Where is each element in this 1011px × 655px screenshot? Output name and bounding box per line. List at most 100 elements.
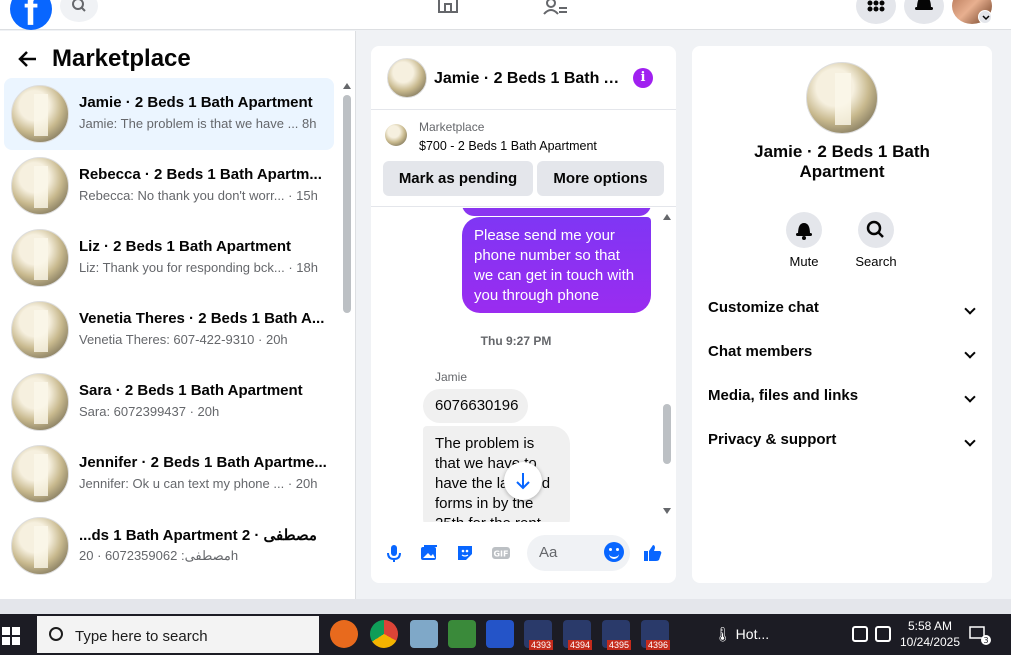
conversation-item[interactable]: Sara · 2 Beds 1 Bath Apartment Sara: 607… [4,366,334,438]
windows-taskbar: Type here to search 4393 4394 4395 4396 … [0,614,1011,655]
conversation-item[interactable]: Jennifer · 2 Beds 1 Bath Apartme... Jenn… [4,438,334,510]
scroll-up-icon[interactable] [663,214,671,220]
paint-icon[interactable] [410,620,438,648]
info-icon[interactable]: i [633,68,653,88]
search-icon [866,220,884,238]
chevron-down-icon [964,347,976,359]
back-arrow-icon[interactable] [16,47,40,71]
svg-text:3: 3 [983,636,988,645]
scroll-up-icon[interactable] [343,83,351,89]
chevron-down-icon [964,303,976,315]
conversation-list: Jamie · 2 Beds 1 Bath Apartment Jamie: T… [4,78,334,582]
chat-details-name: Jamie · 2 Beds 1 Bath Apartment [754,142,930,181]
menu-grid-icon[interactable] [856,0,896,24]
scroll-down-icon[interactable] [663,508,671,514]
listing-thumbnail [11,517,69,575]
notification-center-icon[interactable]: 3 [968,624,992,646]
previous-message-bubble [462,208,651,216]
media-files-links-section[interactable]: Media, files and links [708,387,978,417]
search-in-conversation-button[interactable]: Search [846,212,906,269]
chat-header: Jamie · 2 Beds 1 Bath Apartment i [371,46,676,110]
taskbar-search-placeholder: Type here to search [75,628,208,645]
conversation-name: Jennifer · 2 Beds 1 Bath Apartme... [79,454,327,471]
taskbar-badge: 4394 [568,640,593,650]
outgoing-message[interactable]: Please send me your phone number so that… [462,217,651,313]
conversation-list-panel: Marketplace Jamie · 2 Beds 1 Bath Apartm… [0,31,356,605]
taskbar-badge: 4395 [607,640,632,650]
windows-start-icon[interactable] [2,627,20,645]
facebook-logo-icon[interactable]: f [10,0,52,34]
conversation-preview: Rebecca: No thank you don't worr... · 15… [79,188,318,203]
chevron-down-icon[interactable] [978,10,992,24]
spreadsheet-icon[interactable] [448,620,476,648]
search-icon [49,627,63,641]
svg-text:GIF: GIF [493,550,508,559]
privacy-support-section[interactable]: Privacy & support [708,431,978,461]
mark-as-pending-button[interactable]: Mark as pending [383,161,533,196]
emoji-icon[interactable] [604,542,624,562]
more-options-button[interactable]: More options [537,161,664,196]
gif-icon[interactable]: GIF [491,543,511,563]
search-label: Search [855,254,897,269]
weather-widget[interactable]: 🌡 Hot... [714,626,769,643]
scrollbar-thumb[interactable] [663,404,671,464]
conversation-item[interactable]: Rebecca · 2 Beds 1 Bath Apartm... Rebecc… [4,150,334,222]
taskbar-clock[interactable]: 5:58 AM 10/24/2025 [895,618,965,650]
conversation-preview: Jennifer: Ok u can text my phone ... · 2… [79,476,318,491]
taskbar-badge: 4396 [646,640,671,650]
friends-icon[interactable] [542,0,567,16]
photo-icon[interactable] [419,543,439,563]
bell-icon [796,223,812,240]
chevron-down-icon [964,435,976,447]
microphone-icon[interactable] [384,543,404,563]
conversation-preview: مصطفى: 6072359062 · 20h [79,548,239,563]
scrollbar-thumb[interactable] [343,95,351,313]
thread-scrollbar[interactable] [662,212,672,516]
taskbar-search[interactable]: Type here to search [37,616,319,653]
conversation-item[interactable]: مصطفى · ds 1 Bath Apartment 2... مصطفى: … [4,510,334,582]
conversation-item[interactable]: Liz · 2 Beds 1 Bath Apartment Liz: Thank… [4,222,334,294]
listing-thumbnail [11,85,69,143]
battery-icon[interactable] [852,626,868,642]
listing-thumbnail [11,229,69,287]
conversation-scrollbar[interactable] [342,81,352,605]
message-composer: GIF Aa [371,533,676,573]
chrome-icon[interactable] [370,620,398,648]
search-icon[interactable] [60,0,98,22]
chat-details-panel: Jamie · 2 Beds 1 Bath Apartment Mute Sea… [692,46,992,583]
shield-app-icon[interactable] [486,620,514,648]
conversation-name: مصطفى · ds 1 Bath Apartment 2... [79,527,317,544]
notifications-icon[interactable] [904,0,944,24]
chat-title[interactable]: Jamie · 2 Beds 1 Bath Apartment [434,70,624,88]
conversation-name: Rebecca · 2 Beds 1 Bath Apartm... [79,166,322,183]
page-title: Marketplace [52,45,191,72]
listing-mini-thumbnail [385,124,407,146]
listing-avatar[interactable] [806,62,878,134]
sender-name: Jamie [435,370,468,384]
incoming-message[interactable]: 6076630196 [423,389,528,423]
like-icon[interactable] [643,543,663,563]
chat-avatar[interactable] [387,58,427,98]
firefox-icon[interactable] [330,620,358,648]
home-icon[interactable] [437,0,459,16]
network-icon[interactable] [875,626,891,642]
taskbar-badge: 4393 [529,640,554,650]
listing-category: Marketplace [419,120,485,134]
mute-label: Mute [789,254,819,269]
listing-title[interactable]: $700 - 2 Beds 1 Bath Apartment [419,139,597,153]
mute-button[interactable]: Mute [774,212,834,269]
conversation-preview: Jamie: The problem is that we have ... 8… [79,116,317,131]
conversation-item[interactable]: Venetia Theres · 2 Beds 1 Bath A... Vene… [4,294,334,366]
conversation-item[interactable]: Jamie · 2 Beds 1 Bath Apartment Jamie: T… [4,78,334,150]
chat-members-section[interactable]: Chat members [708,343,978,373]
conversation-preview: Venetia Theres: 607-422-9310 · 20h [79,332,288,347]
panel-header: Marketplace [16,43,191,75]
facebook-top-bar: f [0,0,1011,34]
customize-chat-section[interactable]: Customize chat [708,299,978,329]
incoming-message[interactable]: The problem is that we have to have the … [423,426,570,522]
conversation-name: Venetia Theres · 2 Beds 1 Bath A... [79,310,325,327]
sticker-icon[interactable] [455,543,475,563]
scroll-to-bottom-button[interactable] [504,462,542,500]
chevron-down-icon [964,391,976,403]
browser-bottom-strip [0,599,1011,614]
